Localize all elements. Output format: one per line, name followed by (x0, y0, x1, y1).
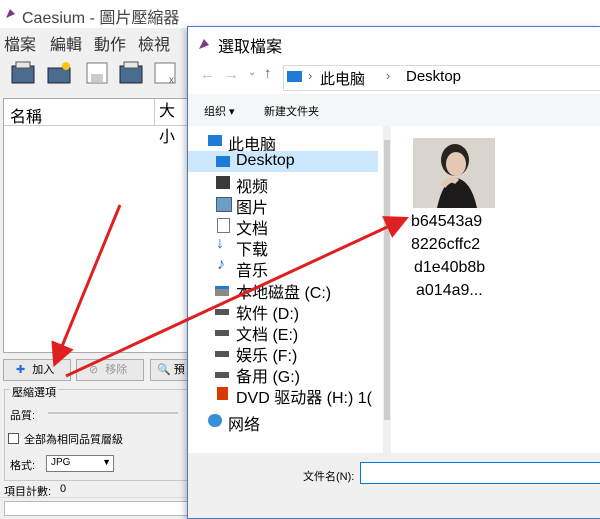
annotation-arrow (51, 204, 122, 368)
annotation-arrows (51, 204, 409, 378)
annotation-arrow (65, 216, 409, 378)
